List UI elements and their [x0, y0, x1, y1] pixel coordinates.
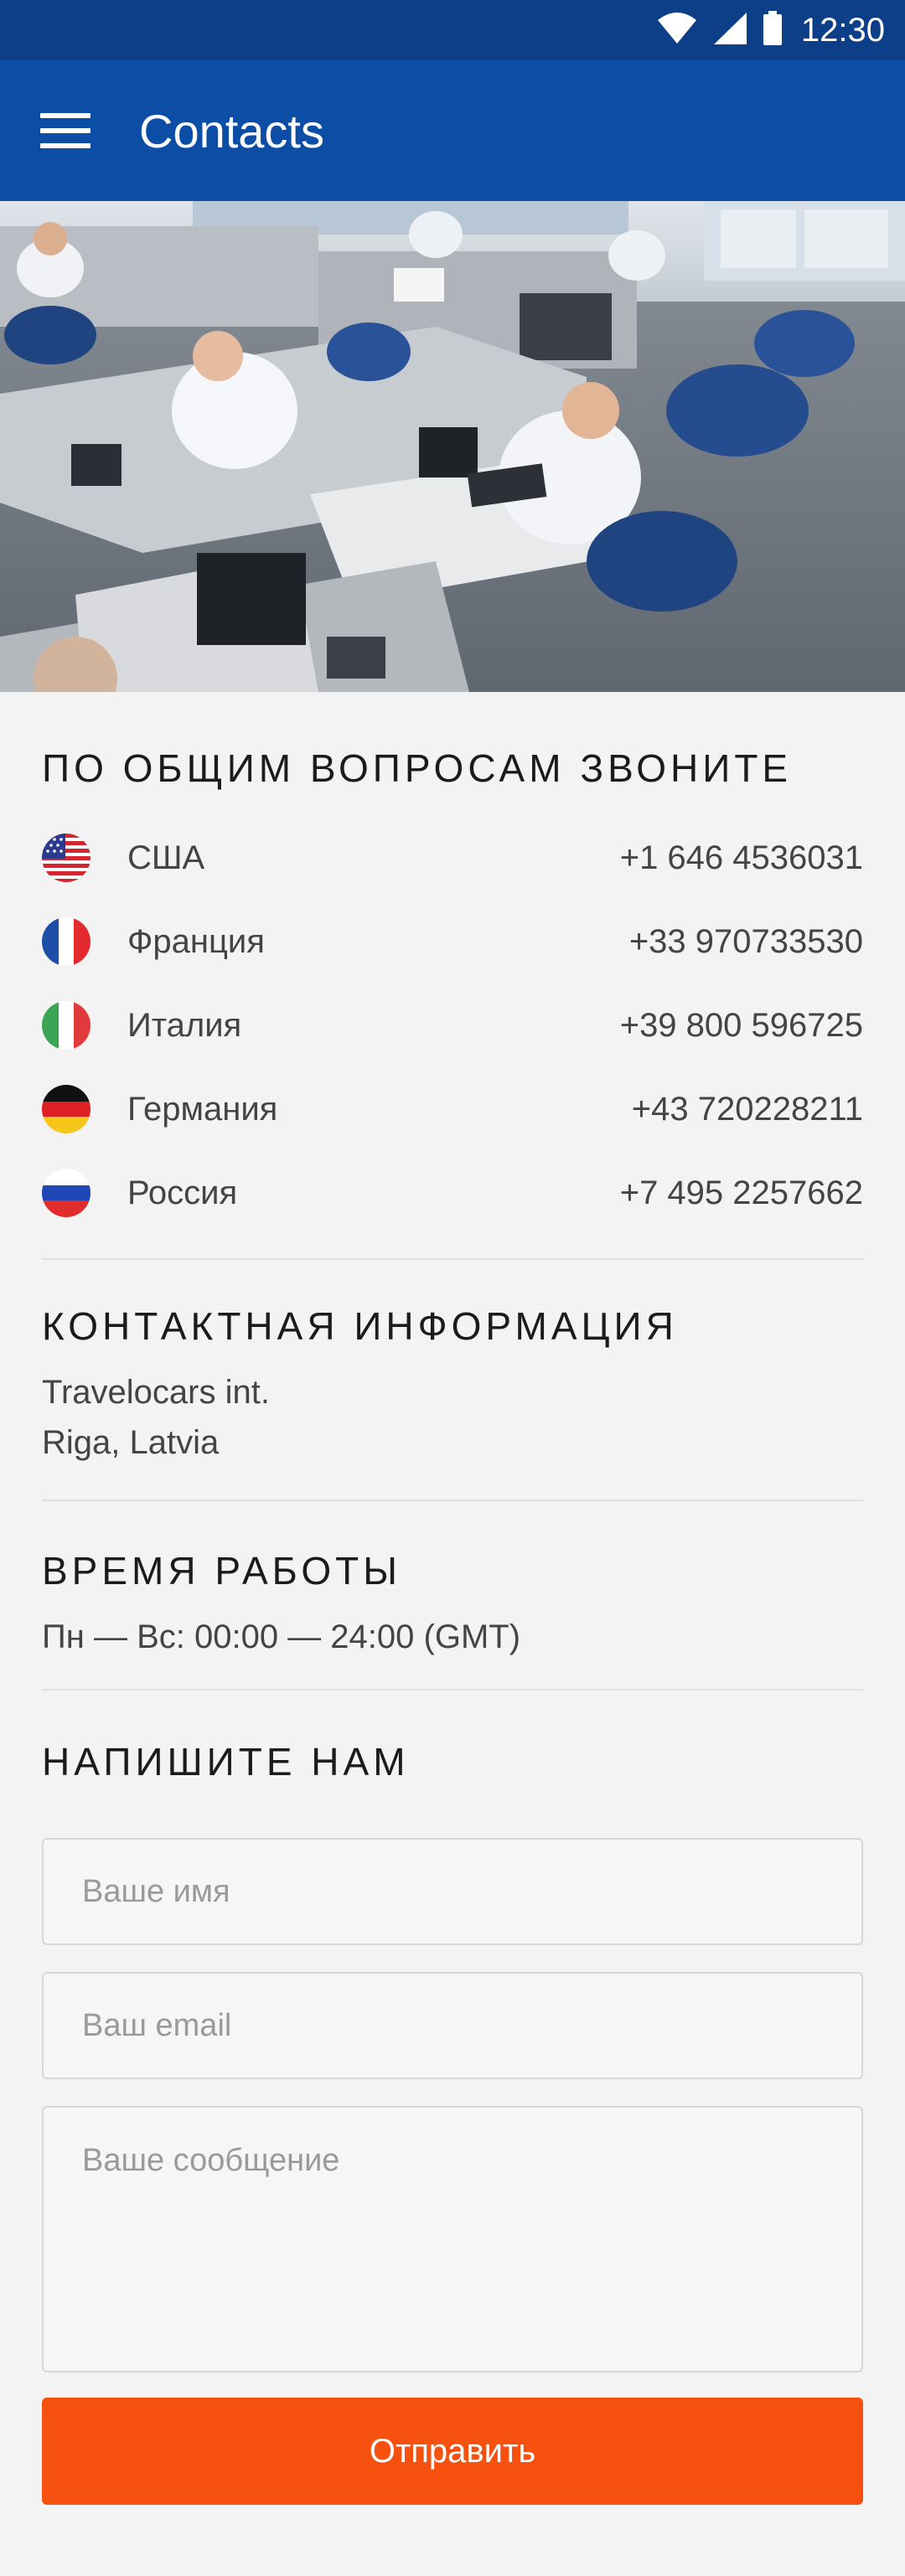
submit-button[interactable]: Отправить — [42, 2398, 863, 2505]
usa-flag-icon — [42, 834, 90, 882]
divider — [42, 1258, 863, 1260]
phone-number-link[interactable]: +1 646 4536031 — [620, 839, 863, 877]
country-name: Германия — [127, 1090, 278, 1128]
email-input[interactable] — [42, 1972, 863, 2079]
contact-form-title: НАПИШИТЕ НАМ — [42, 1740, 410, 1784]
signal-icon — [712, 12, 747, 49]
hamburger-menu-icon[interactable] — [40, 113, 90, 148]
phone-number-link[interactable]: +39 800 596725 — [620, 1007, 863, 1045]
message-textarea[interactable] — [42, 2106, 863, 2372]
battery-icon — [763, 10, 783, 50]
phone-row-france: Франция +33 970733530 — [42, 900, 863, 983]
status-time: 12:30 — [800, 11, 885, 49]
status-icons: 12:30 — [657, 10, 885, 50]
divider — [42, 1689, 863, 1691]
contact-form: Отправить — [42, 1838, 863, 2505]
name-input[interactable] — [42, 1838, 863, 1945]
phone-number-link[interactable]: +43 720228211 — [632, 1091, 863, 1128]
contact-info-title: КОНТАКТНАЯ ИНФОРМАЦИЯ — [42, 1304, 678, 1348]
contacts-content: ПО ОБЩИМ ВОПРОСАМ ЗВОНИТЕ США +1 646 453… — [0, 692, 905, 2505]
page-title: Contacts — [139, 104, 324, 157]
phone-number-link[interactable]: +7 495 2257662 — [620, 1174, 863, 1212]
status-bar: 12:30 — [0, 0, 905, 60]
phone-row-germany: Германия +43 720228211 — [42, 1067, 863, 1151]
phone-row-italy: Италия +39 800 596725 — [42, 983, 863, 1067]
wifi-icon — [657, 12, 697, 49]
working-hours-title: ВРЕМЯ РАБОТЫ — [42, 1549, 401, 1593]
phone-list: США +1 646 4536031 Франция +33 970733530 — [42, 816, 863, 1235]
russia-flag-icon — [42, 1169, 90, 1217]
country-name: Франция — [127, 922, 265, 960]
phones-section-title: ПО ОБЩИМ ВОПРОСАМ ЗВОНИТЕ — [42, 746, 793, 790]
app-bar: Contacts — [0, 60, 905, 201]
working-hours-text: Пн — Вс: 00:00 — 24:00 (GMT) — [42, 1618, 521, 1655]
phone-number-link[interactable]: +33 970733530 — [629, 923, 863, 961]
office-photo — [0, 201, 905, 692]
country-name: Италия — [127, 1006, 242, 1044]
italy-flag-icon — [42, 1001, 90, 1050]
country-name: США — [127, 839, 205, 876]
germany-flag-icon — [42, 1085, 90, 1133]
company-address: Riga, Latvia — [42, 1424, 220, 1461]
divider — [42, 1500, 863, 1501]
phone-row-russia: Россия +7 495 2257662 — [42, 1151, 863, 1235]
country-name: Россия — [127, 1174, 238, 1211]
phone-row-usa: США +1 646 4536031 — [42, 816, 863, 900]
france-flag-icon — [42, 917, 90, 966]
company-name: Travelocars int. — [42, 1374, 270, 1411]
